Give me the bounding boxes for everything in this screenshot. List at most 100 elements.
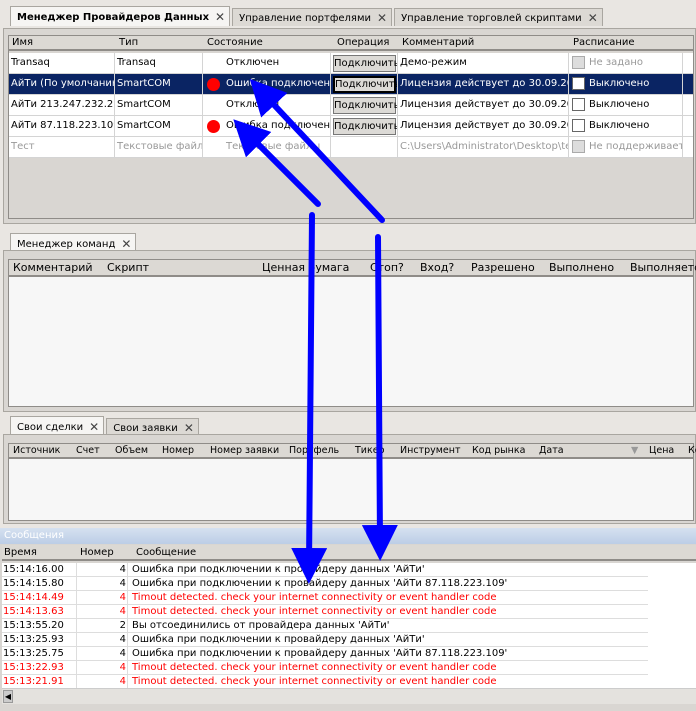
message-text: Ошибка при подключении к провайдеру данн… (132, 648, 508, 659)
message-time: 15:13:25.75 (3, 648, 64, 659)
col-done[interactable]: Выполнено (549, 261, 614, 274)
scroll-left-icon[interactable]: ◀ (3, 690, 13, 703)
cell-name: Transaq (9, 53, 115, 74)
message-row[interactable]: 15:14:16.00 4 Ошибка при подключении к п… (2, 563, 648, 577)
provider-name: Тест (11, 141, 35, 152)
schedule-label: Не поддерживается (589, 141, 682, 152)
col-comment[interactable]: Комментарий (402, 37, 474, 48)
message-text: Ошибка при подключении к провайдеру данн… (132, 564, 425, 575)
tab-label: Управление торговлей скриптами (401, 12, 582, 24)
message-row[interactable]: 15:13:22.93 4 Timout detected. check you… (2, 661, 648, 675)
cell-type: SmartCOM (115, 116, 203, 137)
provider-row[interactable]: АйТи (По умолчанию) SmartCOM Ошибка подклю… (9, 74, 693, 95)
col-allowed[interactable]: Разрешено (471, 261, 535, 274)
message-text: Timout detected. check your internet con… (132, 606, 497, 617)
connect-button[interactable]: Подключить (333, 76, 397, 93)
col-script[interactable]: Скрипт (107, 261, 149, 274)
col-account[interactable]: Счет (76, 445, 100, 456)
schedule-checkbox[interactable] (572, 98, 585, 111)
connect-button[interactable]: Подключить (333, 118, 397, 135)
provider-status: Текстовые файлы (226, 141, 321, 152)
connect-button[interactable]: Подключить (333, 55, 397, 72)
cell-comment: Лицензия действует до 30.09.2011 (398, 95, 569, 116)
schedule-checkbox[interactable] (572, 77, 585, 90)
schedule-checkbox[interactable] (572, 119, 585, 132)
col-number[interactable]: Номер (80, 547, 114, 558)
provider-comment: Лицензия действует до 30.09.2011 (400, 99, 569, 110)
cell-operation: Подключить (331, 95, 398, 116)
messages-list: 15:14:16.00 4 Ошибка при подключении к п… (2, 563, 696, 689)
message-row[interactable]: 15:13:25.75 4 Ошибка при подключении к п… (2, 647, 648, 661)
col-entry[interactable]: Вход? (420, 261, 454, 274)
cell-name: АйТи 213.247.232.238 (9, 95, 115, 116)
message-number: 4 (76, 605, 128, 618)
cell-comment: Лицензия действует до 30.09.2011 (398, 74, 569, 95)
col-ticker[interactable]: Тикер (355, 445, 385, 456)
col-running[interactable]: Выполняется (630, 261, 696, 274)
col-instrument[interactable]: Инструмент (400, 445, 460, 456)
cell-type: SmartCOM (115, 74, 203, 95)
col-operation[interactable]: Операция (337, 37, 389, 48)
provider-row[interactable]: Тест Текстовые файлы Текстовые файлы C:\Use… (9, 137, 693, 158)
tab-script-trading[interactable]: Управление торговлей скриптами ✕ (394, 8, 603, 26)
col-security[interactable]: Ценная бумага (262, 261, 349, 274)
provider-row[interactable]: АйТи 213.247.232.238 SmartCOM Отключен Подк… (9, 95, 693, 116)
message-row[interactable]: 15:14:14.49 4 Timout detected. check you… (2, 591, 648, 605)
error-status-icon (207, 120, 220, 133)
col-number[interactable]: Номер (162, 445, 194, 456)
provider-status: Ошибка подключения (226, 78, 331, 89)
col-date[interactable]: Дата (539, 445, 564, 456)
col-message[interactable]: Сообщение (136, 547, 196, 558)
tab-my-trades[interactable]: Свои сделки ✕ (10, 416, 105, 436)
col-type[interactable]: Тип (119, 37, 138, 48)
cell-schedule: Выключено (569, 116, 683, 137)
provider-row[interactable]: Transaq Transaq Отключен Подключить Демо-реж… (9, 53, 693, 74)
message-row[interactable]: 15:14:15.80 4 Ошибка при подключении к п… (2, 577, 648, 591)
message-time: 15:13:25.93 (3, 634, 64, 645)
col-price[interactable]: Цена (649, 445, 674, 456)
cell-type: Transaq (115, 53, 203, 74)
close-icon[interactable]: ✕ (121, 237, 131, 251)
cell-status: Ошибка подключения (203, 116, 331, 137)
tab-data-providers[interactable]: Менеджер Провайдеров Данных ✕ (10, 6, 231, 26)
message-row[interactable]: 15:14:13.63 4 Timout detected. check you… (2, 605, 648, 619)
close-icon[interactable]: ✕ (588, 11, 598, 25)
col-volume[interactable]: Объем (115, 445, 148, 456)
message-text: Ошибка при подключении к провайдеру данн… (132, 578, 508, 589)
col-more[interactable]: Ко (688, 445, 696, 456)
close-icon[interactable]: ✕ (184, 421, 194, 435)
cell-operation (331, 137, 398, 158)
col-market-code[interactable]: Код рынка (472, 445, 525, 456)
cell-operation: Подключить (331, 53, 398, 74)
close-icon[interactable]: ✕ (89, 420, 99, 434)
provider-row[interactable]: АйТи 87.118.223.109 SmartCOM Ошибка подклю… (9, 116, 693, 137)
cell-schedule: Не задано (569, 53, 683, 74)
col-stop[interactable]: Стоп? (370, 261, 404, 274)
message-text: Timout detected. check your internet con… (132, 662, 497, 673)
col-status[interactable]: Состояние (207, 37, 263, 48)
col-order-number[interactable]: Номер заявки (210, 445, 279, 456)
tab-portfolios[interactable]: Управление портфелями ✕ (232, 8, 393, 26)
message-row[interactable]: 15:13:55.20 2 Вы отсоединились от провай… (2, 619, 648, 633)
col-name[interactable]: Имя (12, 37, 33, 48)
col-time[interactable]: Время (4, 547, 37, 558)
trades-panel: Источник Счет Объем Номер Номер заявки П… (3, 434, 696, 524)
cell-status: Текстовые файлы (203, 137, 331, 158)
provider-type: Текстовые файлы (117, 141, 203, 152)
message-number: 4 (76, 563, 128, 576)
message-row[interactable]: 15:13:21.91 4 Timout detected. check you… (2, 675, 648, 689)
close-icon[interactable]: ✕ (215, 10, 225, 24)
cell-status: Отключен (203, 95, 331, 116)
col-source[interactable]: Источник (13, 445, 60, 456)
horizontal-scrollbar[interactable]: ◀ (2, 688, 696, 704)
close-icon[interactable]: ✕ (377, 11, 387, 25)
connect-button[interactable]: Подключить (333, 97, 397, 114)
col-schedule[interactable]: Расписание (573, 37, 635, 48)
message-time: 15:13:21.91 (3, 676, 64, 687)
col-portfolio[interactable]: Портфель (289, 445, 339, 456)
provider-status: Отключен (226, 57, 280, 68)
message-row[interactable]: 15:13:25.93 4 Ошибка при подключении к п… (2, 633, 648, 647)
col-comment[interactable]: Комментарий (13, 261, 93, 274)
message-time: 15:13:22.93 (3, 662, 64, 673)
providers-panel: Имя Тип Состояние Операция Комментарий Р… (3, 28, 696, 224)
